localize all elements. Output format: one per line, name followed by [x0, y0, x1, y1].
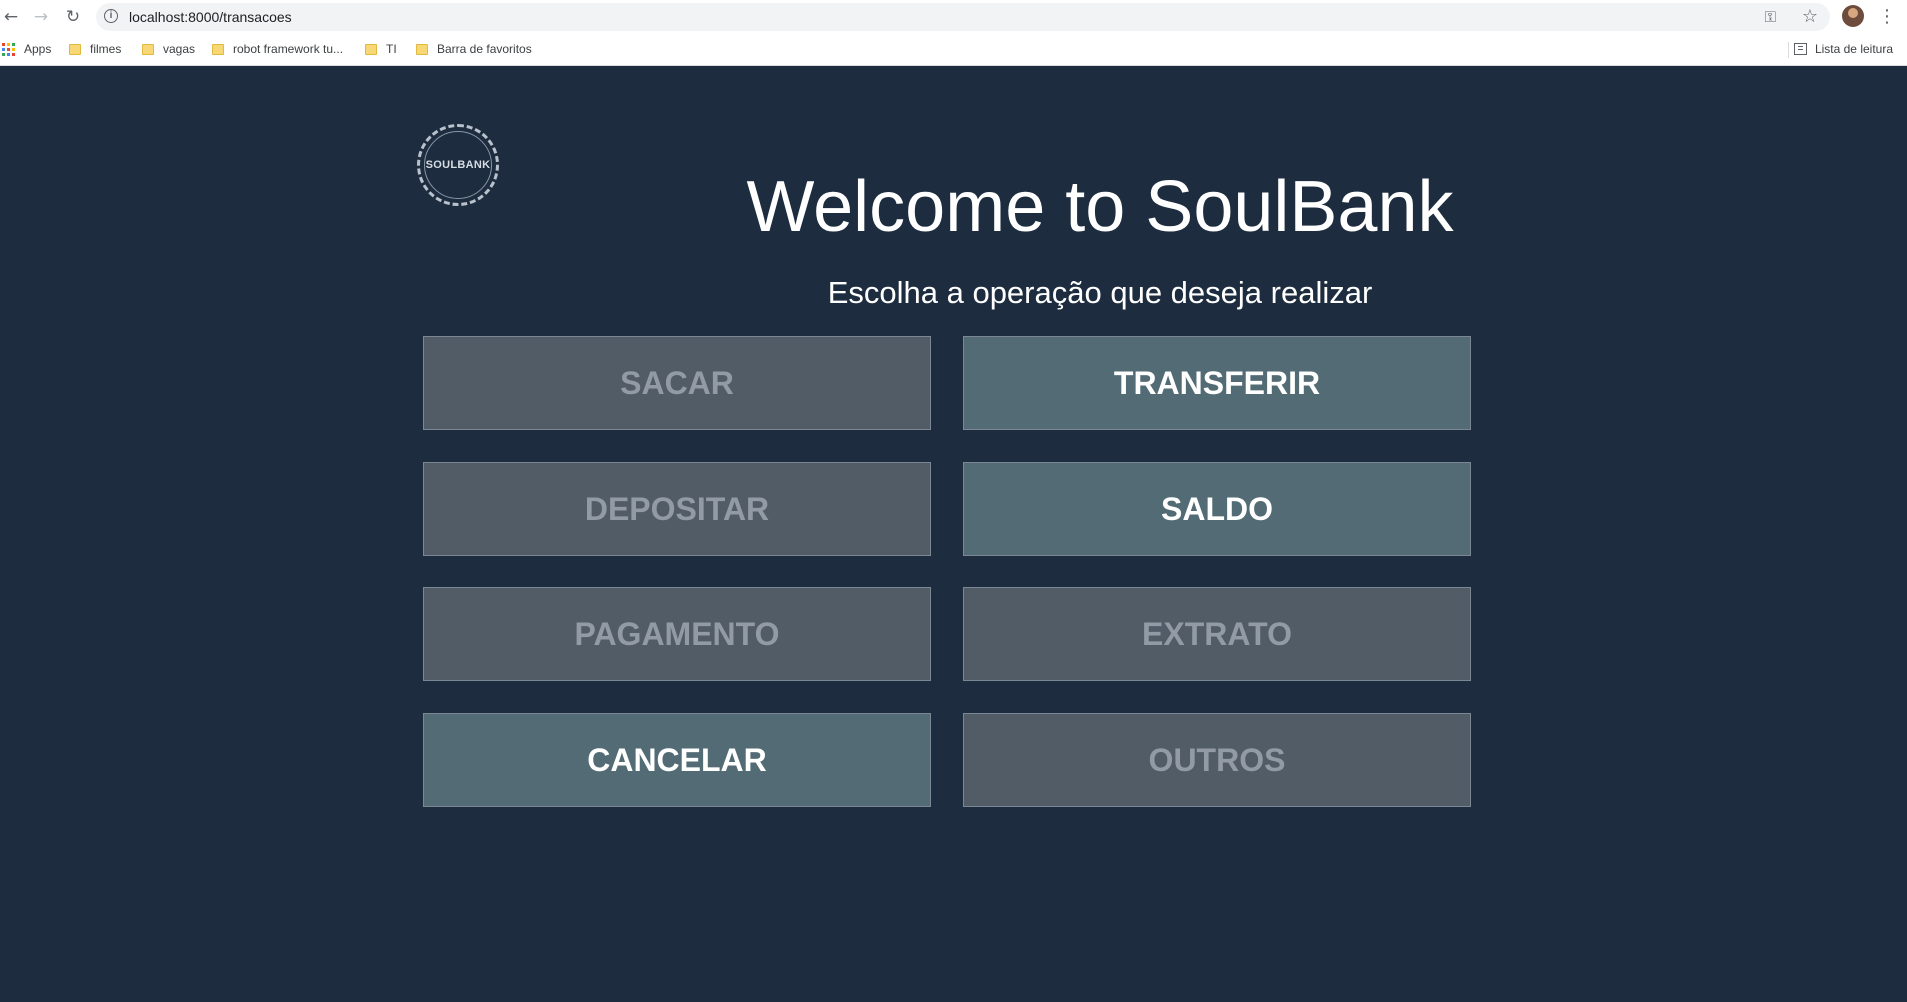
bookmark-label: TI — [386, 42, 397, 56]
apps-grid-icon — [2, 42, 15, 56]
bookmark-ti[interactable]: TI — [365, 42, 397, 56]
transferir-button[interactable]: TRANSFERIR — [963, 336, 1471, 430]
outros-button[interactable]: OUTROS — [963, 713, 1471, 807]
bookmark-filmes[interactable]: filmes — [69, 42, 121, 56]
key-icon[interactable]: ⚿ — [1765, 8, 1776, 26]
profile-avatar[interactable] — [1842, 5, 1864, 27]
depositar-button[interactable]: DEPOSITAR — [423, 462, 931, 556]
folder-icon — [365, 43, 377, 55]
bookmark-barra-de-favoritos[interactable]: Barra de favoritos — [416, 42, 532, 56]
soulbank-logo: SOULBANK — [417, 124, 499, 206]
forward-arrow-icon[interactable]: → — [30, 6, 52, 28]
folder-icon — [212, 43, 224, 55]
reload-icon[interactable]: ↻ — [62, 6, 84, 28]
bookmarks-divider — [1788, 42, 1789, 58]
bookmark-label: vagas — [163, 42, 196, 56]
info-icon[interactable]: i — [104, 9, 118, 23]
folder-icon — [416, 43, 428, 55]
star-icon[interactable]: ☆ — [1802, 6, 1818, 27]
bookmark-vagas[interactable]: vagas — [142, 42, 195, 56]
reading-list-icon — [1793, 43, 1807, 55]
cancelar-button[interactable]: CANCELAR — [423, 713, 931, 807]
extrato-button[interactable]: EXTRATO — [963, 587, 1471, 681]
bookmark-apps[interactable]: Apps — [2, 42, 51, 56]
bookmark-label: Barra de favoritos — [437, 42, 532, 56]
reading-list-button[interactable]: Lista de leitura — [1793, 42, 1893, 56]
bookmark-robot-framework[interactable]: robot framework tu... — [212, 42, 343, 56]
address-bar[interactable]: i localhost:8000/transacoes ⚿ ☆ — [96, 3, 1830, 31]
folder-icon — [69, 43, 81, 55]
bookmarks-bar: Apps filmes vagas robot framework tu... … — [0, 34, 1907, 66]
back-arrow-icon[interactable]: ← — [0, 6, 22, 28]
bookmark-label: robot framework tu... — [233, 42, 344, 56]
page-title: Welcome to SoulBank — [746, 167, 1454, 247]
folder-icon — [142, 43, 154, 55]
page-subtitle: Escolha a operação que deseja realizar — [827, 275, 1373, 310]
reading-list-label: Lista de leitura — [1814, 42, 1893, 56]
bookmark-label: Apps — [24, 42, 52, 56]
url-text[interactable]: localhost:8000/transacoes — [129, 9, 292, 25]
pagamento-button[interactable]: PAGAMENTO — [423, 587, 931, 681]
menu-dots-icon[interactable]: ⋮ — [1878, 6, 1896, 28]
saldo-button[interactable]: SALDO — [963, 462, 1471, 556]
bookmark-label: filmes — [90, 42, 122, 56]
browser-toolbar: ← → ↻ i localhost:8000/transacoes ⚿ ☆ ⋮ — [0, 0, 1907, 34]
sacar-button[interactable]: SACAR — [423, 336, 931, 430]
logo-inner-ring — [424, 131, 492, 199]
